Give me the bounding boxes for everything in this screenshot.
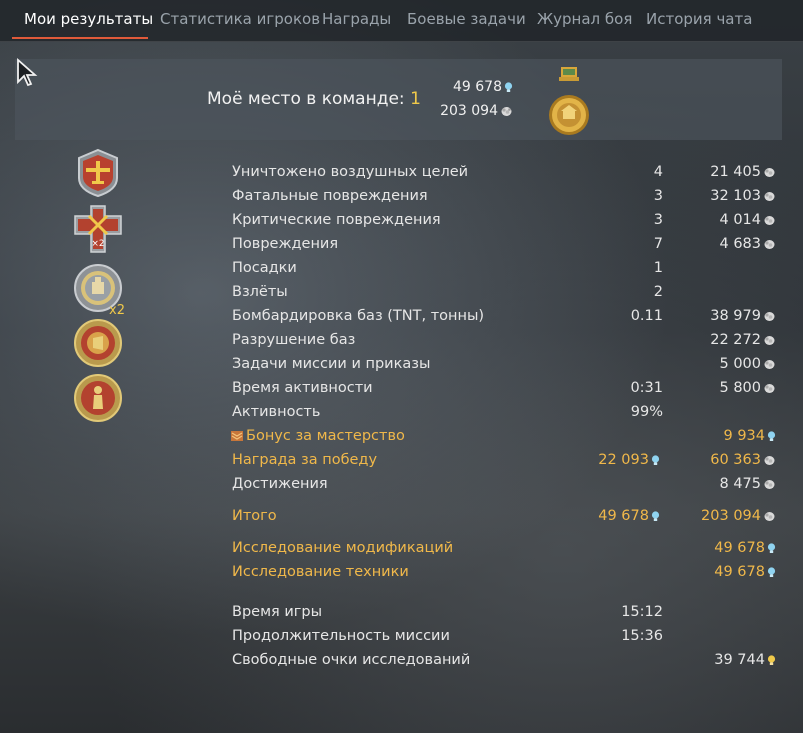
mouse-cursor-icon [17, 58, 38, 87]
stat-row-takeoffs: Взлёты 2 [232, 284, 663, 300]
stat-row-mission-duration: Продолжительность миссии 15:36 [232, 628, 663, 644]
silver-lions-icon [764, 359, 775, 369]
stat-row-base-destruction: Разрушение баз 22 272 [0, 328, 803, 352]
stat-row-critical-damage: Критические повреждения 3 4 014 [0, 208, 803, 232]
silver-lions-icon [764, 335, 775, 345]
silver-lions-icon [501, 106, 512, 116]
banner-rp: 49 678 [453, 79, 513, 95]
silver-lions-icon [764, 191, 775, 201]
free-research-bulb-icon [767, 654, 776, 665]
stat-row-air-kills: Уничтожено воздушных целей 4 21 405 [0, 160, 803, 184]
tab-bar: Мои результаты Статистика игроков Наград… [0, 0, 803, 42]
silver-lions-icon [764, 511, 775, 521]
rank-chevron-icon [231, 431, 243, 441]
stat-row-achievements: Достижения 8 475 [0, 472, 803, 496]
silver-lions-icon [764, 383, 775, 393]
silver-lions-icon [764, 167, 775, 177]
team-place-banner: Моё место в команде: 1 49 678 203 094 [15, 59, 782, 140]
silver-lions-icon [764, 239, 775, 249]
tab-player-stats[interactable]: Статистика игроков [160, 10, 320, 28]
silver-lions-icon [764, 479, 775, 489]
research-bulb-icon [767, 566, 776, 577]
tab-battle-log[interactable]: Журнал боя [537, 10, 632, 28]
tab-battle-tasks[interactable]: Боевые задачи [407, 10, 526, 28]
silver-lions-icon [764, 215, 775, 225]
stat-row-mastery-bonus: Бонус за мастерство 9 934 [0, 424, 803, 448]
banner-sl: 203 094 [440, 103, 513, 119]
research-bulb-icon [651, 510, 660, 521]
tab-chat-history[interactable]: История чата [646, 10, 752, 28]
stat-row-free-research: Свободные очки исследований 39 744 [0, 648, 803, 672]
stat-row-mission-tasks: Задачи миссии и приказы 5 000 [0, 352, 803, 376]
tab-my-results[interactable]: Мои результаты [24, 10, 153, 28]
stat-row-damage: Повреждения 7 4 683 [0, 232, 803, 256]
silver-lions-icon [764, 455, 775, 465]
silver-lions-icon [764, 311, 775, 321]
stat-row-activity: Активность 99% [232, 404, 663, 420]
stat-row-play-time: Время игры 15:12 [232, 604, 663, 620]
stat-row-landings: Посадки 1 [232, 260, 663, 276]
research-bulb-icon [651, 454, 660, 465]
stat-row-activity-time: Время активности 0:31 5 800 [0, 376, 803, 400]
stat-row-modification-research: Исследование модификаций 49 678 [0, 536, 803, 560]
team-place-label: Моё место в команде: 1 [207, 89, 421, 109]
first-place-medal-icon [549, 67, 589, 135]
stat-row-total: Итого 49 678 203 094 [0, 504, 803, 528]
stat-row-vehicle-research: Исследование техники 49 678 [0, 560, 803, 584]
tab-awards[interactable]: Награды [322, 10, 391, 28]
research-bulb-icon [504, 81, 513, 92]
stat-row-fatal-damage: Фатальные повреждения 3 32 103 [0, 184, 803, 208]
stat-row-base-bombing: Бомбардировка баз (TNT, тонны) 0.11 38 9… [0, 304, 803, 328]
team-place-value: 1 [410, 89, 421, 109]
research-bulb-icon [767, 542, 776, 553]
research-bulb-icon [767, 430, 776, 441]
active-tab-indicator [12, 37, 148, 39]
stat-row-victory-reward: Награда за победу 22 093 60 363 [0, 448, 803, 472]
